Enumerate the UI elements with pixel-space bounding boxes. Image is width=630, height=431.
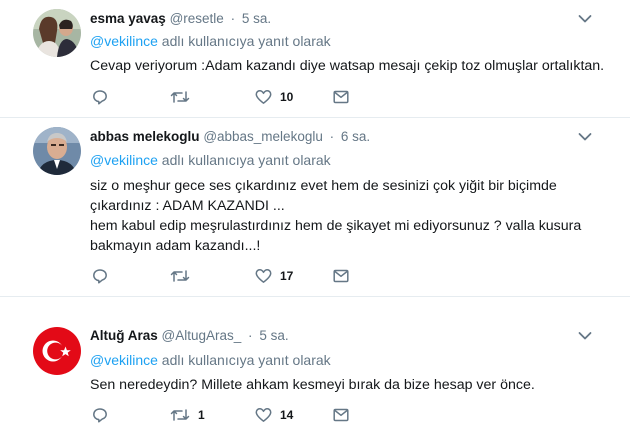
reply-context: @vekilince adlı kullanıcıya yanıt olarak — [90, 352, 331, 368]
tweet-text-line: bakmayın adam kazandı...! — [90, 238, 261, 254]
tweet-actions: 10 — [90, 87, 390, 107]
message-icon — [333, 408, 349, 422]
reply-icon — [93, 90, 107, 105]
like-button[interactable]: 17 — [255, 266, 293, 286]
like-count: 10 — [280, 90, 294, 104]
reply-icon — [93, 269, 107, 284]
tweet-text-line: hem kabul edip meşrulastırdınız hem de ş… — [90, 218, 582, 234]
display-name[interactable]: Altuğ Aras — [90, 328, 158, 343]
tweet-actions: 17 — [90, 266, 390, 286]
display-name[interactable]: abbas melekoglu — [90, 129, 200, 144]
reply-icon — [93, 408, 107, 423]
like-button[interactable]: 14 — [255, 405, 293, 425]
user-handle[interactable]: @abbas_melekoglu — [203, 129, 323, 144]
turkish-flag-avatar-icon — [33, 327, 81, 375]
chevron-down-icon[interactable] — [578, 331, 592, 341]
tweet-text-line: Sen neredeydin? Millete ahkam kesmeyi bı… — [90, 377, 535, 393]
user-handle[interactable]: @AltugAras_ — [162, 328, 242, 343]
display-name[interactable]: esma yavaş — [90, 11, 166, 26]
separator-dot: · — [329, 129, 335, 144]
like-button[interactable]: 10 — [255, 87, 293, 107]
like-icon — [255, 408, 272, 422]
reply-context-text: adlı kullanıcıya yanıt olarak — [157, 33, 331, 49]
avatar-photo-icon — [33, 127, 81, 175]
tweet-text: Cevap veriyorum :Adam kazandı diye watsa… — [90, 56, 605, 76]
reply-mention-link[interactable]: @vekilince — [90, 352, 158, 368]
direct-message-button[interactable] — [333, 266, 349, 286]
separator-dot: · — [248, 328, 253, 343]
tweet-altug[interactable]: Altuğ Aras @AltugAras_ · 5 sa. @vekilinc… — [0, 297, 630, 431]
reply-context: @vekilince adlı kullanıcıya yanıt olarak — [90, 152, 331, 168]
direct-message-button[interactable] — [333, 87, 349, 107]
reply-mention-link[interactable]: @vekilince — [90, 152, 158, 168]
like-count: 14 — [280, 408, 294, 422]
timestamp[interactable]: 5 sa. — [242, 11, 271, 26]
tweet-text: Sen neredeydin? Millete ahkam kesmeyi bı… — [90, 375, 600, 395]
reply-context-text: adlı kullanıcıya yanıt olarak — [157, 152, 331, 168]
retweet-button[interactable] — [170, 87, 198, 107]
avatar[interactable] — [33, 327, 81, 375]
message-icon — [333, 269, 349, 283]
reply-mention-link[interactable]: @vekilince — [90, 33, 158, 49]
tweet-actions: 1 14 — [90, 405, 390, 425]
avatar[interactable] — [33, 9, 81, 57]
retweet-icon — [170, 409, 190, 421]
tweet-text-line: çıkardınız : ADAM KAZANDI ... — [90, 198, 285, 214]
message-icon — [333, 90, 349, 104]
retweet-button[interactable] — [170, 266, 198, 286]
avatar[interactable] — [33, 127, 81, 175]
tweet-text: siz o meşhur gece ses çıkardınız evet he… — [90, 176, 600, 256]
tweet-esma[interactable]: esma yavaş @resetle · 5 sa. @vekilince a… — [0, 0, 630, 117]
tweet-text-line: Cevap veriyorum :Adam kazandı diye watsa… — [90, 58, 605, 74]
user-handle[interactable]: @resetle — [170, 11, 224, 26]
reply-button[interactable] — [92, 266, 108, 286]
reply-context: @vekilince adlı kullanıcıya yanıt olarak — [90, 33, 331, 49]
reply-button[interactable] — [92, 405, 108, 425]
tweet-header: esma yavaş @resetle · 5 sa. — [90, 11, 271, 26]
retweet-button[interactable]: 1 — [170, 405, 205, 425]
separator-dot: · — [230, 11, 236, 26]
avatar-photo-icon — [33, 9, 81, 57]
chevron-down-icon[interactable] — [578, 14, 592, 24]
like-icon — [255, 269, 272, 283]
chevron-down-icon[interactable] — [578, 132, 592, 142]
reply-context-text: adlı kullanıcıya yanıt olarak — [157, 352, 331, 368]
tweet-text-line: siz o meşhur gece ses çıkardınız evet he… — [90, 178, 557, 194]
tweet-header: abbas melekoglu @abbas_melekoglu · 6 sa. — [90, 129, 370, 144]
timestamp[interactable]: 6 sa. — [341, 129, 370, 144]
tweet-header: Altuğ Aras @AltugAras_ · 5 sa. — [90, 328, 289, 343]
reply-button[interactable] — [92, 87, 108, 107]
tweet-abbas[interactable]: abbas melekoglu @abbas_melekoglu · 6 sa.… — [0, 118, 630, 296]
like-icon — [255, 90, 272, 104]
like-count: 17 — [280, 269, 294, 283]
retweet-count: 1 — [198, 408, 205, 422]
direct-message-button[interactable] — [333, 405, 349, 425]
retweet-icon — [170, 91, 190, 103]
timestamp[interactable]: 5 sa. — [259, 328, 288, 343]
retweet-icon — [170, 270, 190, 282]
